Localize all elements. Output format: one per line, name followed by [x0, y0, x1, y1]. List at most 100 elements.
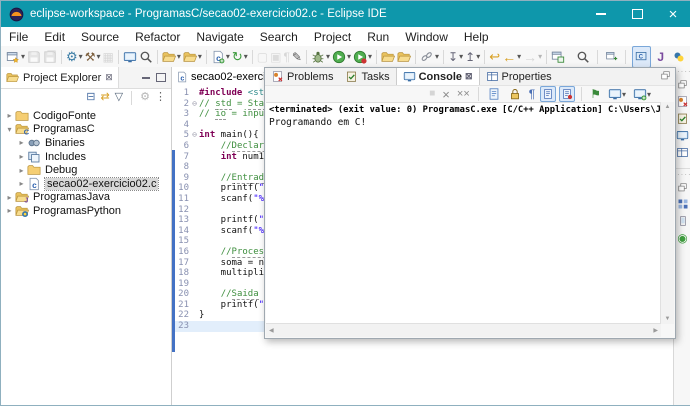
next-annotation-button[interactable]: ↧▾	[447, 48, 464, 66]
more-actions-button[interactable]: ⋮	[155, 92, 166, 103]
editor-tab[interactable]: c secao02-exercicio02.c	[172, 67, 273, 87]
quick-search-button[interactable]	[575, 48, 591, 66]
build-all-button[interactable]: ⚙▾	[65, 48, 84, 66]
save-all-button[interactable]	[42, 48, 58, 66]
target-view-button[interactable]: ◉	[675, 231, 690, 245]
view-menu-button[interactable]: ⚙	[140, 92, 150, 103]
save-button[interactable]	[26, 48, 42, 66]
menu-help[interactable]: Help	[456, 30, 497, 44]
chevron-right-icon[interactable]: ▸	[17, 179, 26, 188]
menu-refactor[interactable]: Refactor	[127, 30, 188, 44]
chevron-down-icon[interactable]: ▾	[5, 125, 14, 134]
console-view-button[interactable]	[675, 128, 690, 142]
menu-window[interactable]: Window	[397, 30, 456, 44]
display-console-button[interactable]: ▾	[606, 86, 628, 102]
python-perspective-button[interactable]	[670, 46, 688, 68]
properties-view-button[interactable]	[675, 145, 690, 159]
import-button[interactable]	[396, 48, 412, 66]
remove-launch-button[interactable]: ×	[440, 86, 452, 102]
word-wrap-button[interactable]: ¶	[527, 86, 537, 102]
menu-edit[interactable]: Edit	[36, 30, 73, 44]
tab-properties[interactable]: Properties	[480, 68, 558, 85]
fold-collapse-icon[interactable]: ⊖	[190, 130, 199, 141]
terminate-button[interactable]: ■	[427, 86, 437, 102]
step-tool-button[interactable]: ▢	[256, 48, 269, 66]
build-project-button[interactable]: ▦	[101, 48, 114, 66]
open-element-button[interactable]: ▾	[182, 48, 203, 66]
console-display-button[interactable]	[122, 48, 138, 66]
restore-panel-button-2[interactable]	[675, 180, 690, 194]
chevron-right-icon[interactable]: ▸	[5, 206, 14, 215]
maximize-button[interactable]	[619, 1, 655, 27]
maximize-view-button[interactable]	[156, 73, 166, 82]
project-explorer-tab[interactable]: Project Explorer ⊠	[1, 67, 119, 88]
scroll-lock-button[interactable]	[506, 86, 524, 102]
instruction-tool-button[interactable]: ▣	[269, 48, 282, 66]
menu-file[interactable]: File	[1, 30, 36, 44]
chevron-right-icon[interactable]: ▸	[5, 193, 14, 202]
chevron-right-icon[interactable]: ▸	[17, 138, 26, 147]
open-console-button[interactable]: ▾	[631, 86, 653, 102]
chevron-right-icon[interactable]: ▸	[17, 166, 26, 175]
tree-item-codigofonte[interactable]: ▸CodigoFonte	[1, 109, 171, 123]
remove-all-launches-button[interactable]: ××	[455, 86, 472, 102]
link-annotations-button[interactable]: ▾	[419, 48, 440, 66]
restore-view-button[interactable]	[660, 70, 671, 81]
menu-search[interactable]: Search	[252, 30, 306, 44]
show-whitespace-button[interactable]: ¶	[282, 48, 290, 66]
pin-console-button[interactable]: ⚑	[588, 86, 603, 102]
tree-item-binaries[interactable]: ▸Binaries	[1, 136, 171, 150]
open-resource-button[interactable]: ▾	[161, 48, 182, 66]
show-stdout-button[interactable]	[540, 86, 556, 102]
java-perspective-button[interactable]: J	[654, 46, 667, 68]
coverage-button[interactable]: ▾	[352, 48, 373, 66]
grid-view-button[interactable]	[675, 197, 690, 211]
link-with-editor-button[interactable]: ⇄	[100, 92, 109, 103]
new-c-file-button[interactable]: c▾	[210, 48, 231, 66]
minimize-button[interactable]	[583, 1, 619, 27]
device-view-button[interactable]	[675, 214, 690, 228]
menu-source[interactable]: Source	[73, 30, 127, 44]
clear-console-button[interactable]	[485, 86, 503, 102]
tree-item-programasjava[interactable]: ▸JProgramasJava	[1, 191, 171, 205]
search-dialog-button[interactable]	[138, 48, 154, 66]
filter-button[interactable]: ▽	[115, 92, 123, 103]
run-button[interactable]: ▾	[331, 48, 352, 66]
open-project-button[interactable]	[380, 48, 396, 66]
chevron-right-icon[interactable]: ▸	[5, 111, 14, 120]
new-wizard-button[interactable]: ▾	[5, 48, 26, 66]
forward-button[interactable]: →▾	[522, 48, 543, 66]
minimize-view-button[interactable]	[142, 77, 150, 79]
menu-navigate[interactable]: Navigate	[188, 30, 251, 44]
prev-annotation-button[interactable]: ↥▾	[464, 48, 481, 66]
collapse-all-button[interactable]: ⊟	[86, 92, 95, 103]
tree-item-includes[interactable]: ▸Includes	[1, 150, 171, 164]
build-button[interactable]: ⚒▾	[84, 48, 102, 66]
tab-console[interactable]: Console⊠	[396, 68, 480, 85]
console-horizontal-scrollbar[interactable]: ◀ ▶	[266, 323, 661, 337]
tree-item-programasc[interactable]: ▾CProgramasC	[1, 123, 171, 137]
fold-collapse-icon[interactable]: ⊖	[190, 99, 199, 110]
open-perspective-button[interactable]	[604, 48, 619, 66]
tab-tasks[interactable]: Tasks	[339, 68, 395, 85]
format-button[interactable]: ✎	[291, 48, 303, 66]
close-button[interactable]: ×	[655, 1, 690, 27]
refresh-index-button[interactable]: ↻▾	[231, 48, 249, 66]
new-editor-window-button[interactable]	[550, 48, 566, 66]
show-stderr-button[interactable]	[559, 86, 575, 102]
chevron-right-icon[interactable]: ▸	[17, 152, 26, 161]
tab-problems[interactable]: Problems	[265, 68, 339, 85]
menu-run[interactable]: Run	[359, 30, 397, 44]
console-text-area[interactable]: <terminated> (exit value: 0) ProgramasC.…	[266, 102, 661, 324]
last-edit-location-button[interactable]: ↩	[488, 48, 501, 66]
restore-panel-button[interactable]	[675, 77, 690, 91]
problems-view-button[interactable]	[675, 94, 690, 108]
menu-project[interactable]: Project	[306, 30, 359, 44]
tree-item-programaspython[interactable]: ▸ProgramasPython	[1, 204, 171, 218]
tree-item-secao02-exercicio02.c[interactable]: ▸csecao02-exercicio02.c	[1, 177, 171, 191]
console-vertical-scrollbar[interactable]: ▲ ▼	[660, 102, 674, 324]
cpp-perspective-button[interactable]: C	[632, 46, 651, 68]
tree-item-debug[interactable]: ▸Debug	[1, 163, 171, 177]
debug-button[interactable]: ▾	[310, 48, 331, 66]
tasks-view-button[interactable]	[675, 111, 690, 125]
